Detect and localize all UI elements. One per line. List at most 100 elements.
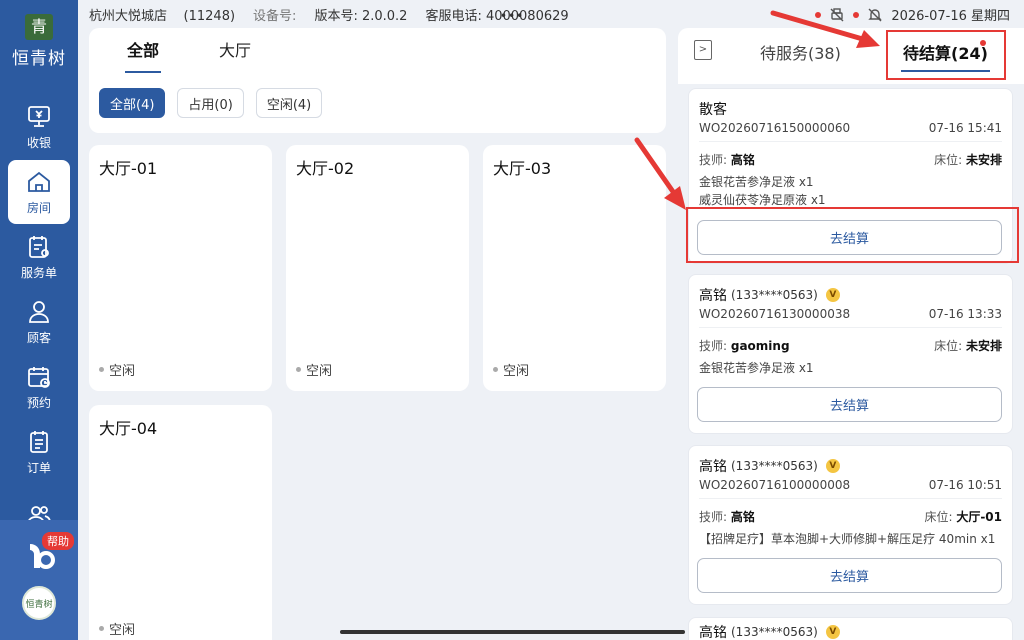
tab-hall[interactable]: 大厅 [219,37,251,67]
order-card: 高铭 (133****0563) V WO20260716130000038 0… [688,274,1013,434]
hotline-label: 客服电话: 4000080629 [425,8,569,24]
checkout-button[interactable]: 去结算 [697,558,1002,593]
technician: 技师: 高铭 [699,510,755,524]
printer-off-icon [830,7,844,21]
room-area-tabs: 全部 大厅 [89,28,666,76]
vip-badge-icon: V [825,288,840,302]
checkout-button[interactable]: 去结算 [697,220,1002,255]
chip-all[interactable]: 全部(4) [99,88,166,118]
brand-name: 恒青树 [12,49,66,69]
home-indicator[interactable] [340,630,685,634]
sidebar-item-rooms[interactable]: 房间 [8,160,70,224]
order-items: 金银花苦参净足液 x1 威灵仙茯苓净足原液 x1 [699,173,826,209]
room-card[interactable]: 大厅-04 空闲 [89,405,272,640]
sidebar-item-booking[interactable]: 预约 [8,355,70,419]
sidebar-item-cashier[interactable]: 收银 [8,95,70,159]
chip-idle[interactable]: 空闲(4) [255,88,323,118]
help-area: 帮助 恒青树 [0,520,78,640]
room-card[interactable]: 大厅-03 空闲 [483,145,666,391]
sidebar: 青 恒青树 收银 房间 服务单 顾客 预约 订单 帮助 恒青树 [0,0,78,640]
order-list: 散客 WO20260716150000060 07-16 15:41 技师: 高… [678,84,1024,640]
room-name: 大厅-01 [99,159,158,178]
customer-name: 散客 [699,102,727,118]
order-panel-header: > 待服务(38) 待结算(24) [678,28,1024,84]
room-filter-panel: 全部 大厅 全部(4) 占用(0) 空闲(4) [89,28,666,133]
vip-badge-icon: V [825,625,840,639]
chip-occupied[interactable]: 占用(0) [177,88,244,118]
bed: 床位: 未安排 [934,339,1002,353]
vip-badge-icon: V [825,459,840,473]
sidebar-item-service-orders[interactable]: 服务单 [8,225,70,289]
order-item: 金银花苦参净足液 x1 [699,361,814,375]
sidebar-item-label: 房间 [26,200,51,215]
version-label: 版本号: 2.0.0.2 [314,8,408,24]
multitask-dots[interactable]: ••• [500,9,524,23]
room-name: 大厅-02 [296,159,355,178]
tab-pending-service[interactable]: 待服务(38) [760,40,841,64]
tab-all[interactable]: 全部 [124,37,162,73]
alert-dot [853,11,860,18]
order-item: 金银花苦参净足液 x1 [699,175,814,189]
room-status: 空闲 [493,360,529,379]
device-label: 设备号: [253,8,297,24]
datetime: 2026-07-16 星期四 [891,9,1010,24]
sidebar-item-customers[interactable]: 顾客 [8,290,70,354]
help-badge[interactable]: 帮助 [42,532,74,550]
room-status: 空闲 [99,360,135,379]
store-name: 杭州大悦城店 (11248) [89,8,236,24]
service-order-icon [29,235,49,258]
order-number: WO20260716130000038 [699,307,851,321]
order-list-icon [30,430,48,453]
technician: 技师: gaoming [699,339,790,353]
room-status: 空闲 [99,619,135,638]
room-name: 大厅-03 [493,159,552,178]
room-card[interactable]: 大厅-02 空闲 [286,145,469,391]
cashier-icon [28,105,50,127]
divider [699,327,1002,328]
technician: 技师: 高铭 [699,153,755,167]
brand-logo: 青 恒青树 [12,14,66,69]
sidebar-item-label: 订单 [26,460,51,475]
sidebar-item-orders[interactable]: 订单 [8,420,70,484]
tab-pending-checkout[interactable]: 待结算(24) [901,40,990,72]
customer-name: 高铭 (133****0563) V [699,456,840,476]
brand-mark: 青 [25,14,53,40]
room-status: 空闲 [296,360,332,379]
divider [699,141,1002,142]
order-time: 07-16 13:33 [928,307,1002,321]
order-time: 07-16 15:41 [928,121,1002,135]
bell-off-icon [868,8,883,21]
order-item: 威灵仙茯苓净足原液 x1 [699,193,826,207]
divider [699,498,1002,499]
order-card: 高铭 (133****0563) V [688,617,1013,640]
order-card: 散客 WO20260716150000060 07-16 15:41 技师: 高… [688,88,1013,264]
customer-name: 高铭 (133****0563) V [699,622,840,640]
sidebar-item-label: 预约 [26,395,51,410]
notification-dot [980,40,986,46]
order-time: 07-16 10:51 [928,478,1002,492]
customer-name: 高铭 (133****0563) V [699,285,840,305]
status-bar: 杭州大悦城店 (11248) 设备号: 版本号: 2.0.0.2 客服电话: 4… [78,0,1024,28]
sidebar-nav: 收银 房间 服务单 顾客 预约 订单 [0,95,78,550]
room-card[interactable]: 大厅-01 空闲 [89,145,272,391]
collapse-panel-icon[interactable]: > [694,40,712,60]
order-item: 【招牌足疗】草本泡脚+大师修脚+解压足疗 40min x1 [699,532,996,546]
order-panel: > 待服务(38) 待结算(24) 散客 WO20260716150000060… [678,28,1024,640]
bed: 床位: 未安排 [934,153,1002,167]
avatar[interactable]: 恒青树 [22,586,56,620]
sidebar-item-label: 顾客 [26,330,51,345]
recording-dot [815,11,822,18]
sidebar-item-label: 收银 [26,135,51,150]
order-card: 高铭 (133****0563) V WO20260716100000008 0… [688,445,1013,605]
calendar-icon [28,366,50,388]
order-number: WO20260716150000060 [699,121,851,135]
checkout-button[interactable]: 去结算 [697,387,1002,422]
room-name: 大厅-04 [99,419,158,438]
order-items: 【招牌足疗】草本泡脚+大师修脚+解压足疗 40min x1 [699,530,995,548]
order-items: 金银花苦参净足液 x1 [699,359,814,377]
sidebar-item-label: 服务单 [20,265,57,280]
bed: 床位: 大厅-01 [924,510,1002,524]
person-icon [29,300,49,323]
status-chips: 全部(4) 占用(0) 空闲(4) [89,88,666,118]
order-number: WO20260716100000008 [699,478,851,492]
